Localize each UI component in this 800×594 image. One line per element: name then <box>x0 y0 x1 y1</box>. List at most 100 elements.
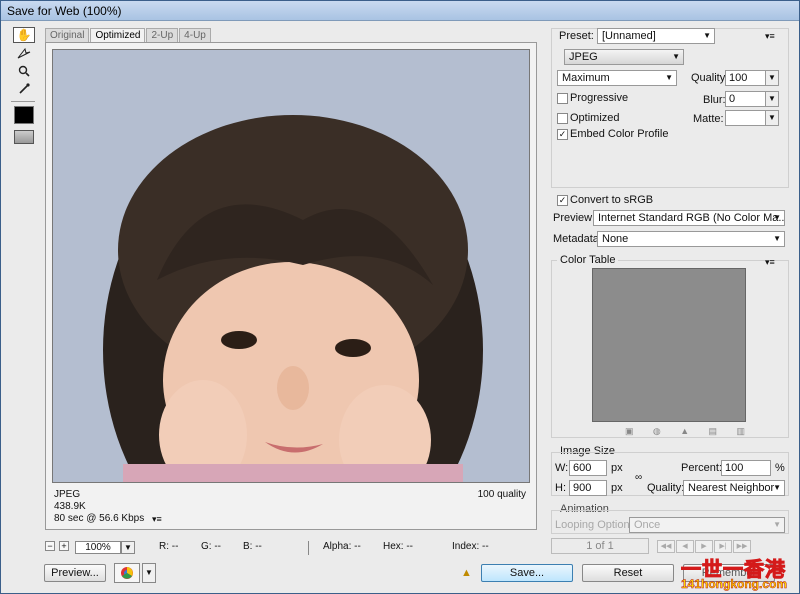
preset-value: [Unnamed] <box>602 30 656 42</box>
looping-options-label: Looping Options: <box>555 519 639 531</box>
blur-dropdown-icon[interactable]: ▼ <box>765 92 778 106</box>
watermark-line2: 141hongkong.com <box>681 577 788 592</box>
quality-dropdown-icon[interactable]: ▼ <box>765 71 778 85</box>
looping-options-select[interactable]: Once ▼ <box>629 517 785 533</box>
convert-srgb-checkbox[interactable]: ✓ <box>557 195 568 206</box>
play-icon[interactable]: ▶ <box>695 540 713 553</box>
frame-counter: 1 of 1 <box>551 538 649 554</box>
color-table-title: Color Table <box>557 254 619 266</box>
previous-frame-icon[interactable]: ◀ <box>676 540 694 553</box>
browser-preview-button[interactable] <box>114 563 140 583</box>
blue-readout: B: -- <box>243 541 262 552</box>
height-unit: px <box>611 482 623 494</box>
green-readout: G: -- <box>201 541 221 552</box>
tab-original[interactable]: Original <box>45 28 90 42</box>
metadata-select[interactable]: None ▼ <box>597 231 785 247</box>
zoom-level-field[interactable]: 100% <box>75 541 121 554</box>
browser-icon <box>121 567 133 579</box>
looping-options-value: Once <box>634 519 661 531</box>
optimized-label: Optimized <box>570 112 620 124</box>
site-watermark: 一世一香港 141hongkong.com <box>677 553 800 593</box>
file-format-value: JPEG <box>569 51 598 63</box>
constrain-proportions-link-icon[interactable]: ∞ <box>635 470 642 486</box>
next-frame-icon[interactable]: ▶| <box>714 540 732 553</box>
map-color-icon[interactable]: ▣ <box>625 426 634 437</box>
preview-profile-value: Internet Standard RGB (No Color Ma... <box>598 212 785 224</box>
save-for-web-dialog: Save for Web (100%) ✋ Original Optimized… <box>0 0 800 594</box>
info-file-size: 438.9K <box>54 501 86 512</box>
preview-button[interactable]: Preview... <box>44 564 106 582</box>
tool-palette: ✋ <box>11 27 37 144</box>
compression-value: Maximum <box>562 72 610 84</box>
optimized-checkbox[interactable] <box>557 113 568 124</box>
lock-color-icon[interactable]: ▲ <box>680 426 689 437</box>
download-speed-menu-icon[interactable]: ▾≡ <box>152 513 162 525</box>
preview-profile-select[interactable]: Internet Standard RGB (No Color Ma... ▼ <box>593 210 785 226</box>
quality-value: 100 <box>729 72 748 84</box>
height-label: H: <box>555 482 566 494</box>
eyedropper-tool-icon[interactable] <box>13 81 35 97</box>
file-format-select[interactable]: JPEG ▼ <box>564 49 684 65</box>
tab-2-up[interactable]: 2-Up <box>146 28 179 42</box>
matte-select[interactable]: ▼ <box>725 110 779 126</box>
embed-color-profile-checkbox[interactable]: ✓ <box>557 129 568 140</box>
convert-srgb-label: Convert to sRGB <box>570 194 654 206</box>
percent-field[interactable]: 100 <box>721 460 771 476</box>
width-unit: px <box>611 462 623 474</box>
title-bar[interactable]: Save for Web (100%) <box>1 1 799 21</box>
chevron-down-icon: ▼ <box>665 73 673 82</box>
embed-color-profile-label: Embed Color Profile <box>570 128 669 140</box>
optimize-menu-icon[interactable]: ▾≡ <box>765 31 775 42</box>
info-download-time: 80 sec @ 56.6 Kbps <box>54 513 145 524</box>
last-frame-icon[interactable]: ▶▶ <box>733 540 751 553</box>
matte-dropdown-icon[interactable]: ▼ <box>765 111 778 125</box>
hex-readout: Hex: -- <box>383 541 413 552</box>
zoom-tool-icon[interactable] <box>13 63 35 79</box>
zoom-in-button[interactable]: + <box>59 541 69 551</box>
compression-quality-select[interactable]: Maximum ▼ <box>557 70 677 86</box>
image-preview[interactable] <box>52 49 530 483</box>
chevron-down-icon: ▼ <box>773 483 781 492</box>
width-label: W: <box>555 462 569 474</box>
tab-4-up[interactable]: 4-Up <box>179 28 211 42</box>
height-field[interactable]: 900 <box>569 480 607 496</box>
blur-field[interactable]: 0 ▼ <box>725 91 779 107</box>
browser-dropdown[interactable]: ▼ <box>142 563 156 583</box>
progressive-label: Progressive <box>570 92 629 104</box>
zoom-level-dropdown[interactable]: ▼ <box>121 541 135 554</box>
resample-quality-select[interactable]: Nearest Neighbor ▼ <box>683 480 785 496</box>
alpha-readout: Alpha: -- <box>323 541 361 552</box>
resample-quality-label: Quality: <box>647 482 685 494</box>
first-frame-icon[interactable]: ◀◀ <box>657 540 675 553</box>
chevron-down-icon: ▼ <box>773 234 781 243</box>
progressive-checkbox[interactable] <box>557 93 568 104</box>
eyedropper-color-swatch[interactable] <box>14 106 34 124</box>
tab-optimized[interactable]: Optimized <box>90 28 146 42</box>
hand-tool-icon[interactable]: ✋ <box>13 27 35 43</box>
preview-profile-label: Preview: <box>553 212 596 224</box>
slice-select-tool-icon[interactable] <box>13 45 35 61</box>
metadata-value: None <box>602 233 629 245</box>
color-table-menu-icon[interactable]: ▾≡ <box>765 257 775 268</box>
status-divider <box>308 541 309 555</box>
new-color-icon[interactable]: ▤ <box>709 426 718 437</box>
percent-label: Percent: <box>681 462 722 474</box>
preset-label: Preset: <box>559 30 594 42</box>
chevron-down-icon: ▼ <box>672 52 680 61</box>
status-bar: − + 100% ▼ R: -- G: -- B: -- Alpha: -- H… <box>45 540 537 556</box>
preset-select[interactable]: [Unnamed] ▼ <box>597 28 715 44</box>
matte-label: Matte: <box>693 113 724 125</box>
width-field[interactable]: 600 <box>569 460 607 476</box>
toggle-slices-visibility-icon[interactable] <box>14 130 34 144</box>
chevron-down-icon: ▼ <box>773 213 781 222</box>
color-table-swatches[interactable] <box>592 268 746 422</box>
zoom-out-button[interactable]: − <box>45 541 55 551</box>
info-quality: 100 quality <box>477 489 526 500</box>
web-shift-icon[interactable]: ◍ <box>653 426 661 437</box>
red-readout: R: -- <box>159 541 179 552</box>
portrait-photo <box>53 50 529 482</box>
delete-color-icon[interactable]: ▥ <box>736 426 745 437</box>
quality-field[interactable]: 100 ▼ <box>725 70 779 86</box>
optimization-info: JPEG 438.9K 80 sec @ 56.6 Kbps ▾≡ 100 qu… <box>52 487 530 527</box>
preview-area: JPEG 438.9K 80 sec @ 56.6 Kbps ▾≡ 100 qu… <box>45 42 537 530</box>
